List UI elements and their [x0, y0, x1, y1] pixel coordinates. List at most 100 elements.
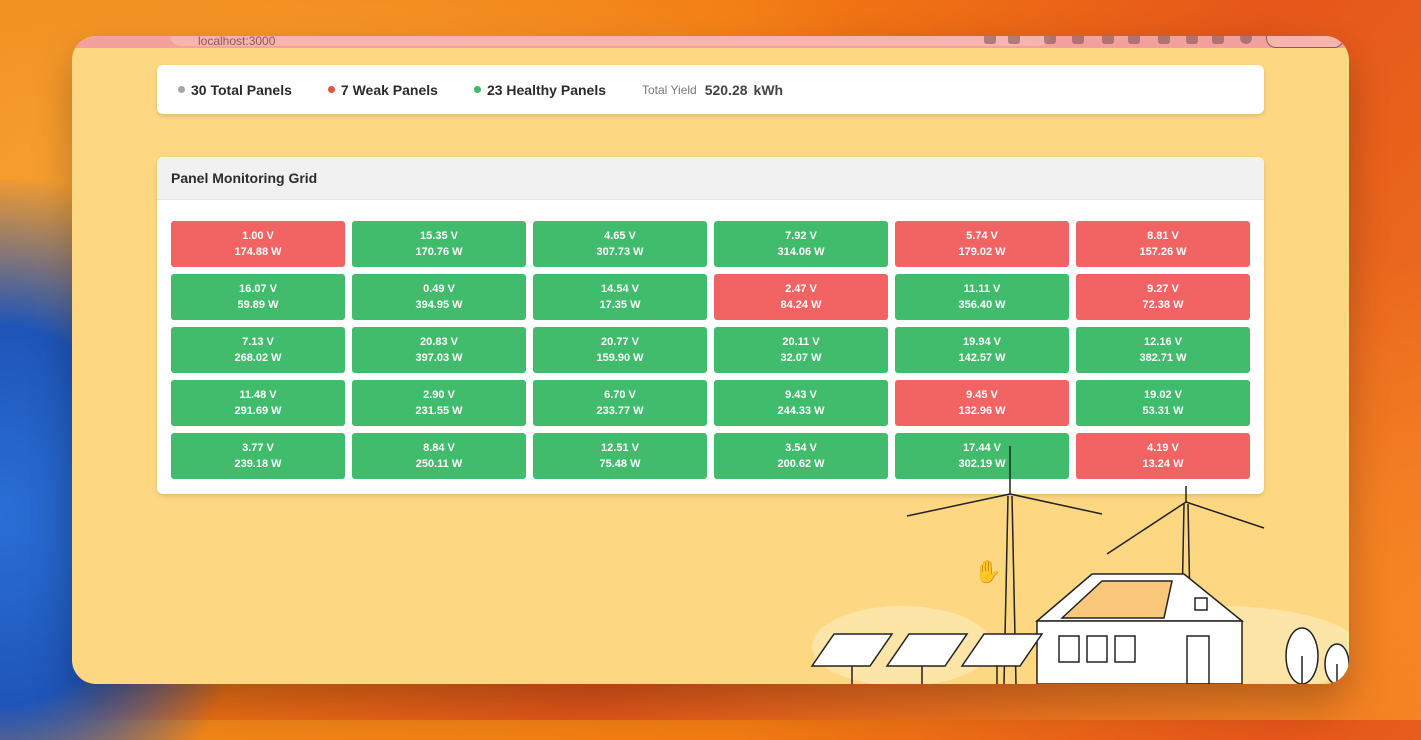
panel-voltage: 11.11 V — [963, 283, 1001, 295]
panel-tile[interactable]: 3.77 V 239.18 W — [171, 433, 345, 479]
panel-voltage: 2.90 V — [423, 389, 455, 401]
panel-tile[interactable]: 12.16 V 382.71 W — [1076, 327, 1250, 373]
panel-power: 32.07 W — [780, 352, 822, 364]
panel-power: 159.90 W — [596, 352, 644, 364]
extension-icon[interactable] — [1128, 36, 1140, 44]
total-yield-value: 520.28 — [704, 81, 748, 98]
panel-tile[interactable]: 5.74 V 179.02 W — [895, 221, 1069, 267]
panel-voltage: 20.77 V — [601, 336, 639, 348]
red-dot-icon — [327, 86, 335, 93]
panel-voltage: 9.43 V — [785, 389, 817, 401]
panel-voltage: 15.35 V — [420, 230, 458, 242]
panel-power: 170.76 W — [415, 246, 463, 258]
panel-grid-title: Panel Monitoring Grid — [157, 157, 1264, 200]
panel-voltage: 14.54 V — [601, 283, 639, 295]
panel-tile[interactable]: 14.54 V 17.35 W — [533, 274, 707, 320]
panel-voltage: 7.92 V — [785, 230, 817, 242]
panel-power: 397.03 W — [415, 352, 463, 364]
panel-tile[interactable]: 20.11 V 32.07 W — [714, 327, 888, 373]
gray-dot-icon — [178, 86, 185, 93]
hand-pointer-icon: ✋ — [974, 559, 1002, 584]
panel-power: 17.35 W — [599, 299, 641, 311]
stat-total-panels: 30 Total Panels — [178, 82, 292, 98]
panel-tile[interactable]: 15.35 V 170.76 W — [352, 221, 526, 267]
panel-tile[interactable]: 1.00 V 174.88 W — [171, 221, 345, 267]
panel-tile[interactable]: 7.13 V 268.02 W — [171, 327, 345, 373]
extension-icon[interactable] — [1158, 36, 1170, 44]
panel-power: 307.73 W — [596, 246, 644, 258]
panel-power: 356.40 W — [958, 299, 1006, 311]
panel-tile[interactable]: 7.92 V 314.06 W — [714, 221, 888, 267]
panel-tile[interactable]: 11.48 V 291.69 W — [171, 380, 345, 426]
panel-tile[interactable]: 2.47 V 84.24 W — [714, 274, 888, 320]
extension-icon[interactable] — [1102, 36, 1114, 44]
panel-tile[interactable]: 4.65 V 307.73 W — [533, 221, 707, 267]
panel-power: 142.57 W — [958, 352, 1006, 364]
panel-tile[interactable]: 0.49 V 394.95 W — [352, 274, 526, 320]
panel-tile[interactable]: 9.27 V 72.38 W — [1076, 274, 1250, 320]
panel-voltage: 5.74 V — [966, 230, 998, 242]
stat-healthy-panels: 23 Healthy Panels — [473, 81, 606, 98]
panel-voltage: 12.51 V — [601, 442, 639, 454]
panel-power: 75.48 W — [599, 458, 641, 470]
panel-power: 84.24 W — [780, 299, 822, 311]
panel-tile[interactable]: 16.07 V 59.89 W — [171, 274, 345, 320]
panel-power: 268.02 W — [234, 352, 282, 364]
extension-icon[interactable] — [1044, 36, 1056, 44]
extension-icon[interactable] — [1212, 36, 1224, 44]
bookmark-icon[interactable] — [984, 36, 996, 44]
panel-power: 382.71 W — [1139, 352, 1187, 364]
panel-power: 314.06 W — [777, 246, 825, 258]
panel-power: 157.26 W — [1139, 246, 1187, 258]
panel-power: 250.11 W — [415, 458, 463, 470]
panel-tile[interactable]: 20.83 V 397.03 W — [352, 327, 526, 373]
panel-power: 394.95 W — [415, 299, 463, 311]
extension-icon[interactable] — [1072, 36, 1084, 44]
panel-voltage: 7.13 V — [242, 336, 274, 348]
panel-voltage: 20.11 V — [782, 336, 820, 348]
panel-tile[interactable]: 11.11 V 356.40 W — [895, 274, 1069, 320]
panel-voltage: 8.84 V — [423, 442, 455, 454]
panel-monitoring-card: Panel Monitoring Grid 1.00 V 174.88 W 15.3… — [157, 157, 1264, 494]
browser-toolbar: localhost:3000 — [72, 36, 1349, 48]
panel-tile[interactable]: 8.84 V 250.11 W — [352, 433, 526, 479]
panel-power: 53.31 W — [1142, 405, 1184, 417]
green-dot-icon — [473, 86, 481, 93]
extension-icon[interactable] — [1186, 36, 1198, 44]
panel-grid: 1.00 V 174.88 W 15.35 V 170.76 W 4.65 V 307.7… — [171, 221, 1251, 479]
stat-weak-panels: 7 Weak Panels — [327, 82, 438, 98]
panel-power: 291.69 W — [234, 405, 282, 417]
panel-tile[interactable]: 6.70 V 233.77 W — [533, 380, 707, 426]
panel-tile[interactable]: 20.77 V 159.90 W — [533, 327, 707, 373]
address-bar[interactable]: localhost:3000 — [170, 36, 1050, 48]
panel-voltage: 3.77 V — [242, 442, 274, 454]
panel-power: 132.96 W — [958, 405, 1006, 417]
panel-tile[interactable]: 2.90 V 231.55 W — [352, 380, 526, 426]
panel-voltage: 0.49 V — [423, 283, 455, 295]
summary-bar: 30 Total Panels 7 Weak Panels 23 Healthy… — [157, 65, 1264, 114]
panel-voltage: 8.81 V — [1147, 230, 1179, 242]
stat-healthy-label: 23 Healthy Panels — [486, 81, 606, 98]
panel-tile[interactable]: 12.51 V 75.48 W — [533, 433, 707, 479]
star-icon[interactable] — [1008, 36, 1020, 44]
panel-power: 72.38 W — [1142, 299, 1184, 311]
panel-voltage: 20.83 V — [420, 336, 458, 348]
panel-tile[interactable]: 19.02 V 53.31 W — [1076, 380, 1250, 426]
panel-voltage: 19.94 V — [963, 336, 1001, 348]
panel-tile[interactable]: 8.81 V 157.26 W — [1076, 221, 1250, 267]
panel-tile[interactable]: 19.94 V 142.57 W — [895, 327, 1069, 373]
panel-tile[interactable]: 9.45 V 132.96 W — [895, 380, 1069, 426]
panel-power: 231.55 W — [415, 405, 463, 417]
account-button[interactable] — [1266, 36, 1344, 48]
panel-power: 233.77 W — [596, 405, 644, 417]
profile-avatar-icon[interactable] — [1240, 36, 1252, 44]
browser-window: localhost:3000 30 Total Panels 7 Weak Pa… — [72, 36, 1349, 684]
panel-tile[interactable]: 9.43 V 244.33 W — [714, 380, 888, 426]
panel-power: 244.33 W — [777, 405, 825, 417]
panel-voltage: 19.02 V — [1144, 389, 1182, 401]
panel-power: 179.02 W — [958, 246, 1006, 258]
panel-voltage: 9.27 V — [1147, 283, 1179, 295]
panel-voltage: 16.07 V — [239, 283, 277, 295]
total-yield-label: Total Yield — [642, 82, 697, 97]
panel-voltage: 4.65 V — [604, 230, 636, 242]
